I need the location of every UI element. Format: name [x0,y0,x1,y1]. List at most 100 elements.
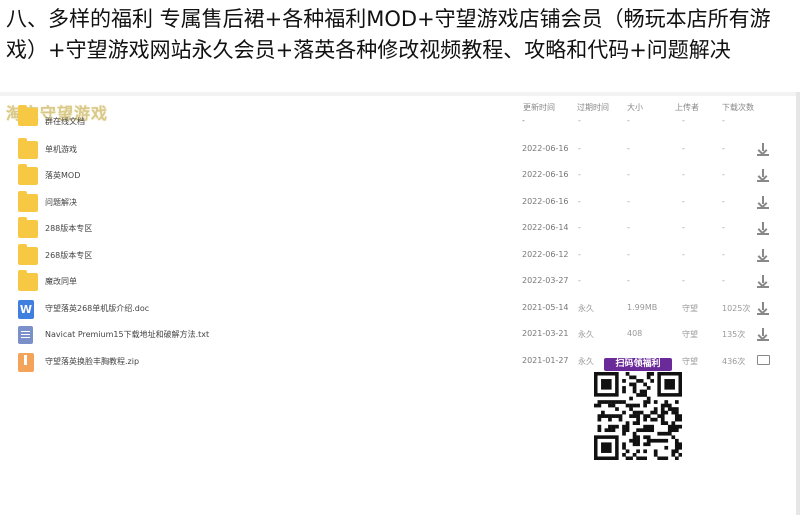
qr-code-icon [594,372,682,460]
file-row[interactable]: 落英MOD 2022-06-16- - - - [0,163,790,189]
file-uploader: - [682,143,685,153]
download-icon-part [757,312,769,315]
file-downloads: 1025次 [722,303,751,313]
folder-icon [18,105,38,126]
file-modified-date: 2022-06-16 [522,196,569,206]
column-header-uploader[interactable]: 上传者 [675,102,699,113]
file-size: - [627,170,630,179]
file-downloads: - [722,249,725,259]
file-name[interactable]: 守望落英268单机版介绍.doc [45,303,149,314]
download-icon[interactable] [757,221,769,235]
file-name[interactable]: 守望落英换脸丰胸教程.zip [45,356,139,367]
file-expire: - [578,249,581,259]
file-row[interactable]: W 守望落英268单机版介绍.doc 2021-05-14 永久 1.99MB 守望 102… [0,296,790,322]
file-row[interactable]: 单机游戏 2022-06-16- - - - [0,137,790,163]
file-modified-date: 2022-06-12 [522,249,569,259]
file-size: - [627,196,630,206]
file-modified-date: 2022-06-16 [522,143,569,153]
qr-promo: 扫码领福利 [594,358,682,462]
download-icon-part [757,339,769,341]
file-size: - [627,223,630,232]
file-uploader: - [682,223,685,232]
file-name[interactable]: Navicat Premium15下载地址和破解方法.txt [45,329,209,340]
download-icon-part [757,206,769,209]
file-expire: - [578,116,581,125]
download-icon[interactable] [757,248,769,262]
file-modified-date: 2021-03-21 [522,329,569,338]
file-expire: - [578,223,581,232]
file-expire: 永久 [578,356,594,366]
zip-file-icon [18,352,34,372]
file-modified-date: 2022-06-14 [522,223,569,232]
download-icon-part [757,259,769,262]
file-name[interactable]: 魔改同单 [45,276,77,287]
download-icon[interactable] [757,168,769,182]
file-name[interactable]: 落英MOD [45,170,80,181]
file-name[interactable]: 单机游戏 [45,144,77,155]
column-header-downloads[interactable]: 下载次数 [722,102,754,113]
page-headline: 八、多样的福利 专属售后裙+各种福利MOD+守望游戏店铺会员（畅玩本店所有游戏）… [6,7,771,62]
folder-open-icon[interactable] [757,354,770,365]
qr-label: 扫码领福利 [604,358,672,371]
column-header-modified[interactable]: 更新时间 [523,102,555,113]
download-icon[interactable] [757,142,769,156]
file-row[interactable]: 288版本专区 2022-06-14- - - - [0,216,790,242]
column-header-expire[interactable]: 过期时间 [577,102,609,113]
file-row[interactable]: 魔改同单 2022-03-27- - - - [0,269,790,295]
file-size: - [627,143,630,153]
file-size: 408 [627,329,643,338]
file-uploader: - [682,196,685,206]
file-downloads: 436次 [722,356,746,366]
scrollbar-track[interactable] [796,92,800,515]
folder-icon [18,217,38,238]
file-modified-date: 2021-05-14 [522,302,569,312]
file-uploader: 守望 [682,303,698,313]
file-size: 1.99MB [627,302,658,312]
word-doc-icon: W [18,299,34,319]
file-name[interactable]: 268版本专区 [45,250,92,261]
file-modified-date: - [522,116,525,125]
download-icon[interactable] [757,327,769,341]
file-downloads: - [722,196,725,206]
column-header-size[interactable]: 大小 [627,102,643,113]
file-row[interactable]: Navicat Premium15下载地址和破解方法.txt 2021-03-21… [0,322,790,348]
file-uploader: - [682,116,685,125]
download-icon-part [757,286,769,288]
file-modified-date: 2022-03-27 [522,276,569,285]
file-downloads: - [722,116,725,125]
file-downloads: - [722,143,725,153]
folder-icon [18,190,38,212]
file-modified-date: 2022-06-16 [522,170,569,179]
file-expire: - [578,143,581,153]
file-row[interactable]: 268版本专区 2022-06-12- - - - [0,243,790,269]
download-icon-part [757,180,769,182]
file-expire: - [578,196,581,206]
file-name[interactable]: 问题解决 [45,197,77,208]
file-size: - [627,249,630,259]
file-downloads: 135次 [722,330,746,339]
folder-icon [18,137,38,159]
file-name[interactable]: 群在线文档 [45,116,85,127]
file-expire: - [578,276,581,285]
download-icon[interactable] [757,274,769,288]
folder-icon [18,164,38,185]
file-name[interactable]: 288版本专区 [45,223,92,234]
file-expire: 永久 [578,330,594,339]
file-size: - [627,116,630,125]
text-file-icon [18,326,33,344]
file-uploader: - [682,276,685,285]
file-downloads: - [722,170,725,179]
download-icon-part [757,233,769,235]
file-expire: - [578,170,581,179]
file-expire: 永久 [578,303,594,313]
download-icon[interactable] [757,301,769,315]
download-icon-part [757,153,769,156]
file-size: - [627,276,630,285]
file-uploader: 守望 [682,330,698,339]
file-uploader: - [682,249,685,259]
file-uploader: 守望 [682,356,698,366]
file-row[interactable]: 问题解决 2022-06-16- - - - [0,190,790,216]
file-uploader: - [682,170,685,179]
download-icon[interactable] [757,195,769,209]
file-downloads: - [722,276,725,285]
